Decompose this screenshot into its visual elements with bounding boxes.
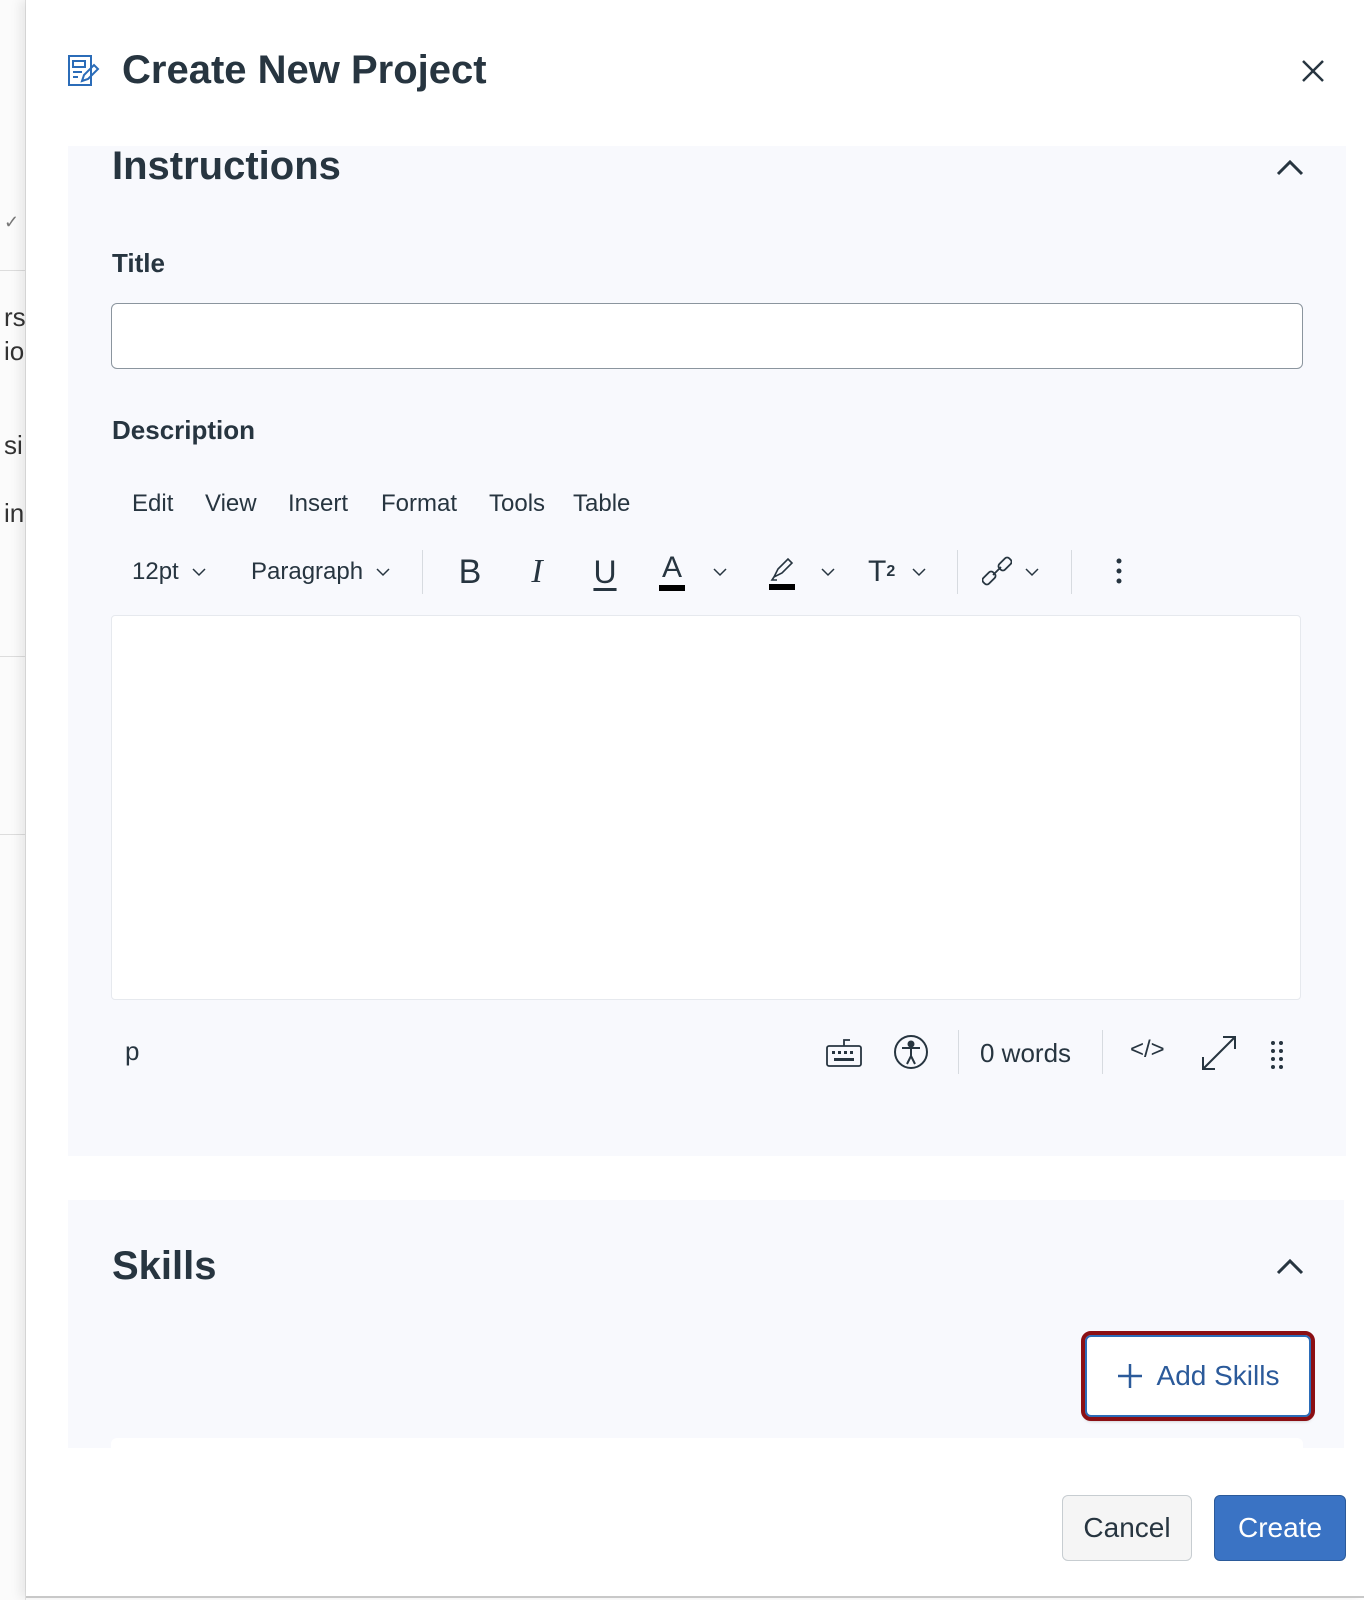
italic-button[interactable]: I — [522, 552, 552, 592]
skills-list — [111, 1438, 1303, 1450]
accessibility-checker-button[interactable] — [893, 1034, 929, 1070]
chevron-down-icon — [376, 568, 390, 577]
collapse-skills-button[interactable] — [1274, 1251, 1306, 1283]
toolbar-divider — [1071, 550, 1072, 594]
add-skills-label: Add Skills — [1156, 1360, 1280, 1391]
more-options-button[interactable] — [1112, 556, 1126, 586]
block-format-dropdown[interactable]: Paragraph — [251, 552, 391, 592]
block-format-value: Paragraph — [251, 558, 364, 585]
element-path[interactable]: p — [125, 1036, 139, 1067]
resize-handle[interactable] — [1270, 1040, 1284, 1070]
menu-edit[interactable]: Edit — [132, 490, 173, 518]
background-text: si — [4, 430, 23, 460]
bold-button[interactable]: B — [455, 552, 485, 592]
font-size-dropdown[interactable]: 12pt — [132, 552, 207, 592]
more-vertical-icon — [1116, 558, 1122, 584]
link-chevron-icon[interactable] — [1024, 564, 1040, 580]
toolbar-divider — [422, 550, 423, 594]
background-text: io — [4, 336, 25, 366]
checkmark-icon: ✓ — [4, 212, 20, 232]
chevron-up-icon — [1276, 159, 1304, 176]
html-editor-toggle[interactable]: </> — [1130, 1036, 1165, 1064]
menu-format[interactable]: Format — [381, 490, 457, 518]
cancel-button[interactable]: Cancel — [1062, 1495, 1192, 1561]
dialog-title: Create New Project — [122, 48, 487, 92]
plus-icon — [1117, 1364, 1142, 1388]
close-button[interactable] — [1298, 56, 1328, 86]
link-button[interactable] — [981, 556, 1013, 586]
underline-button[interactable]: U — [590, 552, 620, 592]
superscript-mark: 2 — [886, 563, 896, 580]
accessibility-icon — [894, 1035, 928, 1069]
menu-view[interactable]: View — [205, 490, 257, 518]
text-color-chevron-icon[interactable] — [712, 564, 728, 580]
description-editor[interactable] — [111, 615, 1301, 1000]
highlight-chevron-icon[interactable] — [820, 564, 836, 580]
highlight-color-button[interactable] — [768, 553, 796, 591]
chevron-down-icon — [192, 568, 206, 577]
highlighter-icon — [769, 557, 795, 590]
menu-insert[interactable]: Insert — [288, 490, 348, 518]
background-text: rs — [4, 302, 26, 332]
text-color-swatch — [659, 585, 685, 591]
text-color-glyph: A — [661, 551, 682, 584]
collapse-instructions-button[interactable] — [1274, 152, 1306, 184]
menu-tools[interactable]: Tools — [489, 490, 545, 518]
drag-handle-icon — [1271, 1041, 1283, 1069]
status-divider — [1102, 1030, 1103, 1074]
superscript-chevron-icon[interactable] — [911, 564, 927, 580]
link-icon — [981, 556, 1013, 586]
text-color-button[interactable]: A — [658, 552, 686, 592]
expand-icon — [1202, 1036, 1236, 1070]
project-edit-icon — [68, 55, 100, 87]
superscript-glyph: T — [868, 555, 887, 588]
keyboard-shortcuts-button[interactable] — [825, 1036, 863, 1068]
skills-heading: Skills — [112, 1244, 217, 1288]
fullscreen-button[interactable] — [1200, 1034, 1238, 1072]
instructions-heading: Instructions — [112, 144, 341, 188]
menu-table[interactable]: Table — [573, 490, 630, 518]
toolbar-divider — [957, 550, 958, 594]
background-text: in — [4, 498, 25, 528]
title-label: Title — [112, 248, 165, 278]
chevron-up-icon — [1276, 1258, 1304, 1275]
word-count[interactable]: 0 words — [980, 1038, 1071, 1069]
status-divider — [958, 1030, 959, 1074]
close-icon — [1302, 60, 1324, 82]
background-page: ✓ rs io si in — [0, 0, 26, 1600]
keyboard-icon — [826, 1039, 862, 1067]
description-label: Description — [112, 415, 256, 445]
add-skills-button[interactable]: Add Skills — [1081, 1331, 1315, 1421]
font-size-value: 12pt — [132, 558, 179, 585]
title-input[interactable] — [111, 303, 1303, 369]
superscript-button[interactable]: T2 — [868, 552, 895, 592]
create-button[interactable]: Create — [1214, 1495, 1346, 1561]
